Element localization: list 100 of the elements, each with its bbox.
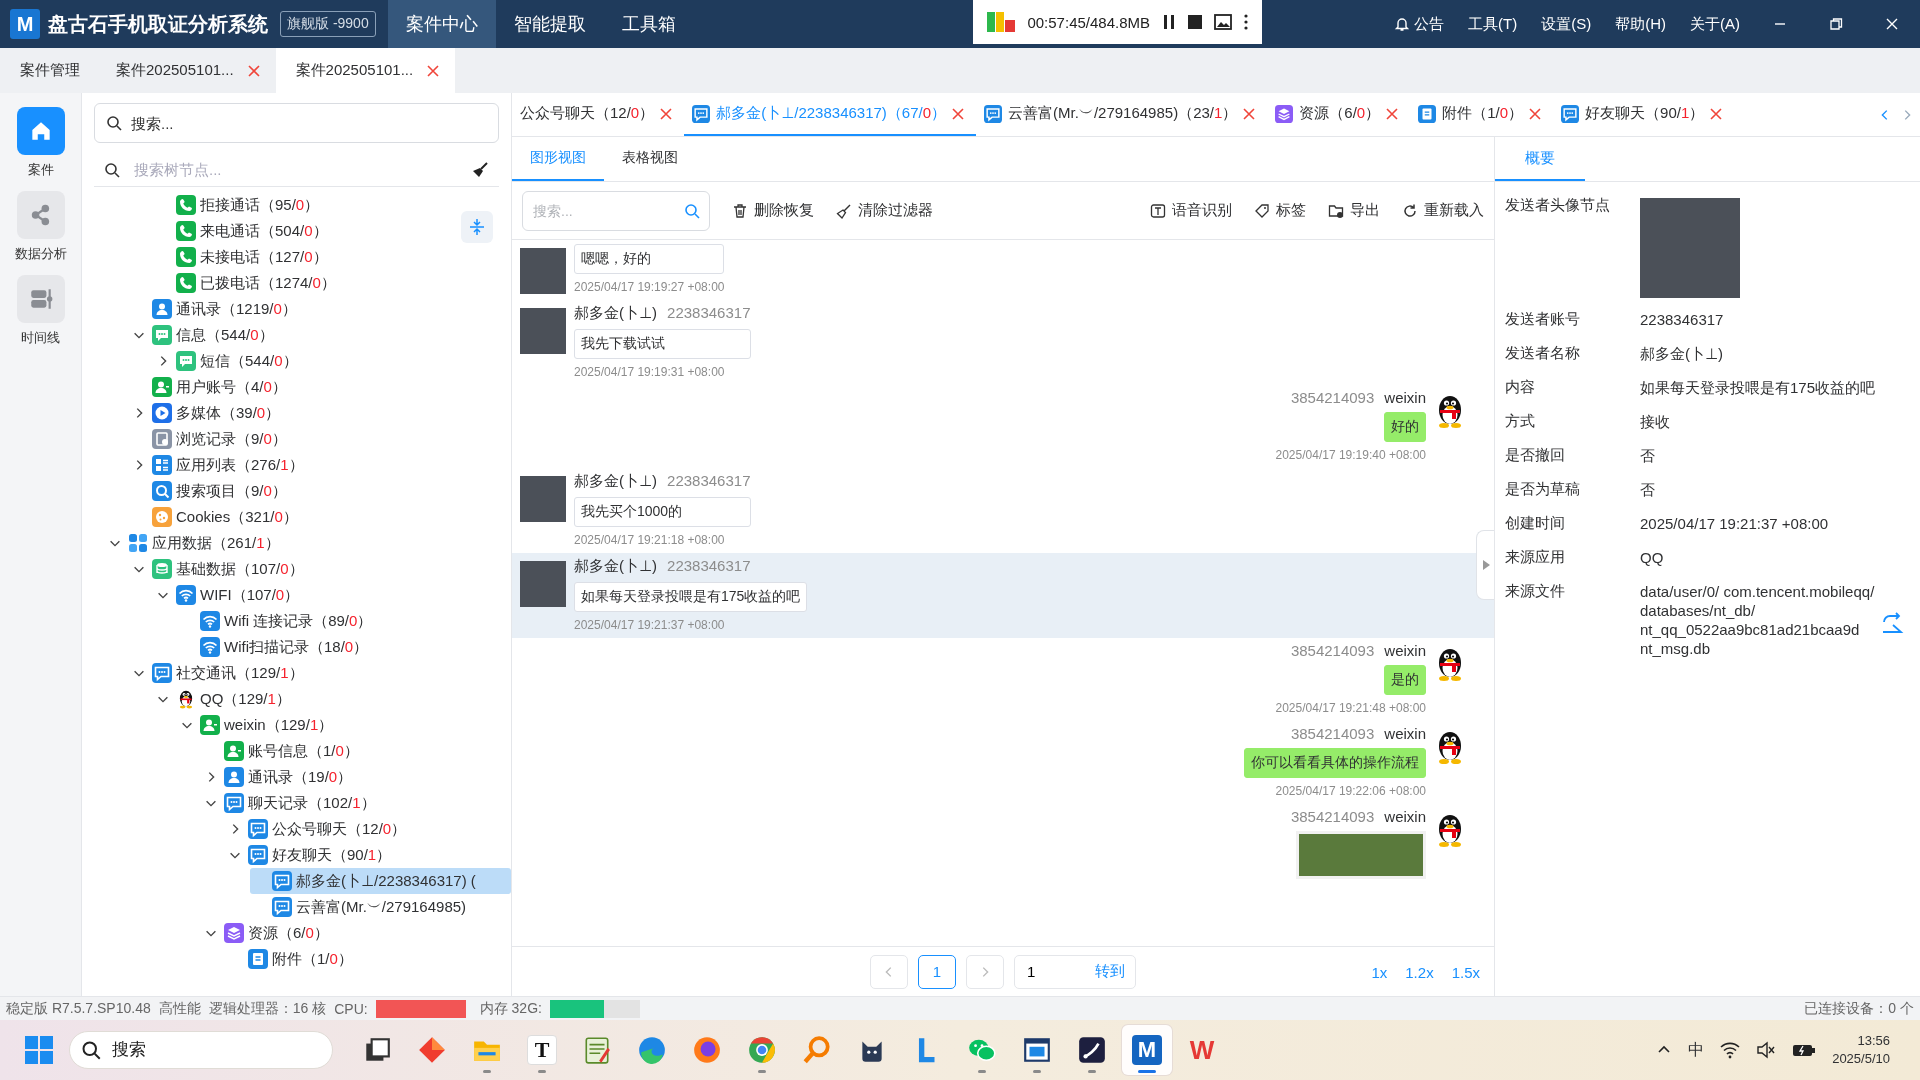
sender-account: 2238346317 [667,557,751,576]
tree-item[interactable]: 聊天记录（102/1） [202,790,511,816]
toolbar-button[interactable]: 标签 [1254,201,1306,220]
tree-item[interactable]: Cookies（321/0） [130,504,511,530]
restore-icon[interactable] [1828,16,1844,32]
tree-item[interactable]: 浏览记录（9/0） [130,426,511,452]
notepad-icon[interactable] [582,1035,612,1065]
tree-item[interactable]: 搜索项目（9/0） [130,478,511,504]
trash-icon [732,202,748,219]
search-field[interactable]: 搜索... [94,103,499,143]
nav-tab[interactable]: 案件中心 [387,0,496,48]
chat-tab[interactable]: 公众号聊天（12/0） [512,93,685,136]
clock-date[interactable]: 2025/5/10 [1832,1050,1890,1068]
tree-item[interactable]: 来电通话（504/0） [154,218,511,244]
toolbar-button[interactable]: 删除恢复 [732,201,814,220]
case-tab[interactable]: 案件管理 [0,48,96,93]
tree-item[interactable]: 应用数据（261/1） [106,530,511,556]
case-tab[interactable]: 案件202505101... [275,48,456,93]
nav-tab[interactable]: 智能提取 [495,0,604,48]
broom-icon[interactable] [471,160,489,179]
page-jump-field[interactable]: 1 转到 [1014,954,1136,989]
menu-item[interactable]: 设置(S) [1541,14,1592,34]
chat-bubble-icon [152,325,172,345]
pen-icon[interactable] [1077,1035,1107,1065]
tree-item[interactable]: Wifi 连接记录（89/0） [178,608,511,634]
menu-item[interactable]: 帮助(H) [1615,14,1666,34]
more-icon[interactable] [1244,14,1248,30]
tree-item[interactable]: 未接电话（127/0） [154,244,511,270]
running-indicator [1138,1070,1156,1073]
document-icon [248,949,268,969]
chat-tab[interactable]: 郝多金(卜⊥/2238346317)（67/0） [684,93,977,136]
recorder-logo-icon [987,10,1016,34]
tree-item[interactable]: 基础数据（107/0） [130,556,511,582]
edge-icon[interactable] [637,1035,667,1065]
tree-item[interactable]: 用户账号（4/0） [130,374,511,400]
chat-tab[interactable]: 资源（6/0） [1267,93,1411,136]
input-method[interactable]: 中 [1688,1039,1705,1061]
toolbar-button[interactable]: 导出 [1328,201,1380,220]
phone-icon [176,195,196,215]
tree-item[interactable]: 附件（1/0） [226,946,511,972]
pause-icon[interactable] [1162,14,1176,30]
view-tab[interactable]: 表格视图 [604,137,696,181]
chat-tab[interactable]: 云善富(Mr.︶/279164985)（23/1） [976,93,1268,136]
chat-bubble-icon [176,351,196,371]
tree-item[interactable]: 资源（6/0） [202,920,511,946]
wifi-icon[interactable] [1720,1041,1741,1059]
nav-tab[interactable]: 工具箱 [603,0,694,48]
case-tab[interactable]: 案件202505101... [96,48,276,93]
taskbar-search-field[interactable]: 搜索 [69,1031,333,1069]
tree-item[interactable]: 郝多金(卜⊥/2238346317) ( [250,868,511,894]
tree-item[interactable]: 好友聊天（90/1） [226,842,511,868]
tree-item[interactable]: 已拨电话（1274/0） [154,270,511,296]
firefox-icon[interactable] [692,1035,722,1065]
chat-tab[interactable]: 附件（1/0） [1410,93,1554,136]
speaker-muted-icon[interactable] [1756,1041,1777,1059]
toolbar-button[interactable]: 语音识别 [1150,201,1232,220]
notice-button[interactable]: 公告 [1394,14,1444,34]
tree-item[interactable]: 通讯录（19/0） [202,764,511,790]
toolbar-button[interactable]: 重新载入 [1402,201,1484,220]
chrome-icon[interactable] [747,1035,777,1065]
toolbar-button[interactable]: 清除过滤器 [836,201,933,220]
close-icon[interactable] [1884,16,1900,32]
panel-toggle-button[interactable] [1476,530,1494,600]
tree-item[interactable]: 短信（544/0） [154,348,511,374]
app-icon[interactable]: T [527,1035,557,1065]
selected-message-highlight[interactable]: 郝多金(卜⊥) 2238346317 如果每天登录投喂是有175收益的吧 2025/04/17 19:21:37 +08:00 [512,553,1494,638]
tree-item[interactable]: 拒接通话（95/0） [154,192,511,218]
tree-item[interactable]: 公众号聊天（12/0） [226,816,511,842]
jump-link-icon[interactable] [1880,612,1904,634]
magnifier-icon[interactable] [802,1035,832,1065]
tree-item[interactable]: WIFI（107/0） [154,582,511,608]
app-icon[interactable]: M [1132,1035,1162,1065]
tree-item[interactable]: 社交通讯（129/1） [130,660,511,686]
tree-item[interactable]: 应用列表（276/1） [130,452,511,478]
image-icon[interactable] [1214,14,1232,30]
tree-item[interactable]: 账号信息（1/0） [202,738,511,764]
chat-tab[interactable]: 好友聊天（90/1） [1553,93,1735,136]
tree-item[interactable]: 通讯录（1219/0） [130,296,511,322]
tree-item[interactable]: Wifi扫描记录（18/0） [178,634,511,660]
tree-item[interactable]: 多媒体（39/0） [130,400,511,426]
document-icon [152,429,172,449]
connected-devices: 已连接设备：0 个 [1804,999,1914,1018]
menu-item[interactable]: 工具(T) [1468,14,1518,34]
search-field[interactable]: 搜索... [522,190,710,231]
sender-account: 3854214093 [1290,389,1375,406]
tree-search-field[interactable]: 搜索树节点... [132,155,459,184]
clock-time[interactable]: 13:56 [1857,1032,1890,1050]
tree-item[interactable]: QQ（129/1） [154,686,511,712]
window-icon[interactable] [1022,1035,1052,1065]
field-label: 是否为草稿 [1505,480,1581,499]
windows-start-icon[interactable] [24,1035,54,1065]
tree-item[interactable]: weixin（129/1） [178,712,511,738]
collapse-all-button[interactable] [461,211,493,243]
diamond-icon[interactable] [417,1035,447,1065]
tree-item[interactable]: 云善富(Mr.︶/279164985) [250,894,511,920]
app-icon[interactable]: W [1187,1035,1217,1065]
tree-item[interactable]: 信息（544/0） [130,322,511,348]
menu-item[interactable]: 关于(A) [1690,14,1740,34]
list-icon [152,455,172,475]
battery-icon[interactable] [1792,1042,1817,1058]
